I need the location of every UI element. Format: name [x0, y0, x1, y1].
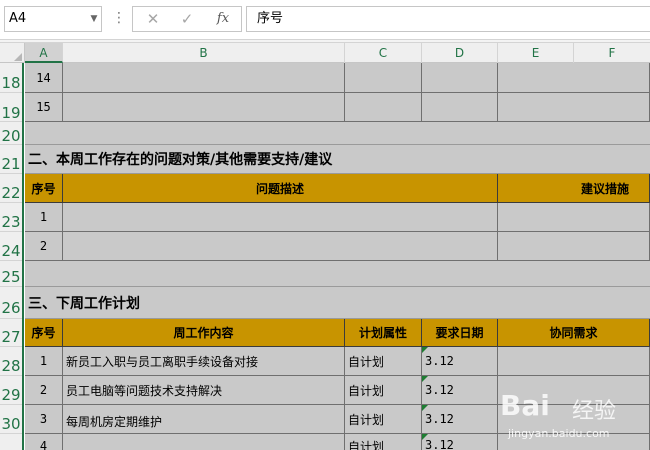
- watermark-logo: Bai: [500, 389, 550, 422]
- cell-d18[interactable]: [422, 63, 498, 93]
- section-3-header-coop[interactable]: 协同需求: [498, 319, 650, 347]
- row-header-21[interactable]: 21: [0, 145, 22, 174]
- select-all-button[interactable]: [0, 43, 25, 63]
- row-25-blank[interactable]: [25, 261, 650, 287]
- section-3-title[interactable]: 三、下周工作计划: [25, 287, 650, 319]
- section-3-header-date[interactable]: 要求日期: [422, 319, 498, 347]
- cell-a24[interactable]: 2: [25, 232, 63, 261]
- column-header-f[interactable]: F: [574, 43, 650, 63]
- cell-d19[interactable]: [422, 93, 498, 122]
- chevron-down-icon[interactable]: ▼: [86, 6, 102, 32]
- column-header-e[interactable]: E: [498, 43, 574, 63]
- cell-d28[interactable]: 3.12: [422, 347, 498, 376]
- formula-buttons: ✕ ✓ fx: [132, 6, 242, 32]
- watermark-url: jingyan.baidu.com: [508, 427, 610, 440]
- cell-ef19[interactable]: [498, 93, 650, 122]
- section-2-header-suggest[interactable]: 建议措施: [498, 174, 650, 203]
- cell-a19[interactable]: 15: [25, 93, 63, 122]
- formula-input[interactable]: 序号: [246, 6, 650, 32]
- cell-b31[interactable]: [63, 434, 345, 450]
- cell-a31[interactable]: 4: [25, 434, 63, 450]
- cell-e28[interactable]: [498, 347, 650, 376]
- error-indicator-icon: [422, 405, 428, 411]
- row-header-28[interactable]: 28: [0, 347, 22, 376]
- row-header-26[interactable]: 26: [0, 287, 22, 319]
- cell-e24[interactable]: [498, 232, 650, 261]
- section-3-header-content[interactable]: 周工作内容: [63, 319, 345, 347]
- section-2-header-no[interactable]: 序号: [25, 174, 63, 203]
- cell-a18[interactable]: 14: [25, 63, 63, 93]
- section-3-header-attr[interactable]: 计划属性: [345, 319, 422, 347]
- cancel-icon[interactable]: ✕: [137, 7, 169, 31]
- cell-c19[interactable]: [345, 93, 422, 122]
- column-header-bar: A B C D E F: [0, 43, 650, 63]
- cell-a29[interactable]: 2: [25, 376, 63, 405]
- row-header-19[interactable]: 19: [0, 93, 22, 122]
- column-header-c[interactable]: C: [345, 43, 422, 63]
- date-value: 3.12: [425, 354, 454, 368]
- error-indicator-icon: [422, 376, 428, 382]
- column-header-a[interactable]: A: [25, 43, 63, 63]
- enter-icon[interactable]: ✓: [171, 7, 203, 31]
- column-header-d[interactable]: D: [422, 43, 498, 63]
- cell-c30[interactable]: 自计划: [345, 405, 422, 434]
- cell-b23[interactable]: [63, 203, 498, 232]
- section-2-header-desc[interactable]: 问题描述: [63, 174, 498, 203]
- cell-a30[interactable]: 3: [25, 405, 63, 434]
- row-20-blank[interactable]: [25, 122, 650, 145]
- section-3-header-no[interactable]: 序号: [25, 319, 63, 347]
- row-header-22[interactable]: 22: [0, 174, 22, 203]
- date-value: 3.12: [425, 383, 454, 397]
- date-value: 3.12: [425, 412, 454, 426]
- cell-b18[interactable]: [63, 63, 345, 93]
- row-header-20[interactable]: 20: [0, 122, 22, 145]
- cell-e23[interactable]: [498, 203, 650, 232]
- cell-ef18[interactable]: [498, 63, 650, 93]
- section-2-title[interactable]: 二、本周工作存在的问题对策/其他需要支持/建议: [25, 145, 650, 174]
- cell-c31[interactable]: 自计划: [345, 434, 422, 450]
- cell-c18[interactable]: [345, 63, 422, 93]
- column-header-b[interactable]: B: [63, 43, 345, 63]
- row-header-29[interactable]: 29: [0, 376, 22, 405]
- row-header-23[interactable]: 23: [0, 203, 22, 232]
- cell-b30[interactable]: 每周机房定期维护: [63, 405, 345, 434]
- error-indicator-icon: [422, 434, 428, 440]
- cell-c29[interactable]: 自计划: [345, 376, 422, 405]
- row-header-24[interactable]: 24: [0, 232, 22, 261]
- row-header-31[interactable]: [0, 434, 22, 450]
- cell-b28[interactable]: 新员工入职与员工离职手续设备对接: [63, 347, 345, 376]
- row-header-bar: 18 19 20 21 22 23 24 25 26 27 28 29 30: [0, 63, 24, 450]
- cell-c28[interactable]: 自计划: [345, 347, 422, 376]
- date-value: 3.12: [425, 438, 454, 450]
- row-header-18[interactable]: 18: [0, 63, 22, 93]
- more-options-icon[interactable]: ⋮: [112, 6, 126, 32]
- cell-b24[interactable]: [63, 232, 498, 261]
- watermark-text: 经验: [572, 399, 617, 424]
- row-header-27[interactable]: 27: [0, 319, 22, 347]
- error-indicator-icon: [422, 347, 428, 353]
- cell-a23[interactable]: 1: [25, 203, 63, 232]
- cell-b29[interactable]: 员工电脑等问题技术支持解决: [63, 376, 345, 405]
- cell-b19[interactable]: [63, 93, 345, 122]
- insert-function-icon[interactable]: fx: [207, 7, 239, 31]
- row-header-25[interactable]: 25: [0, 261, 22, 287]
- cell-a28[interactable]: 1: [25, 347, 63, 376]
- row-header-30[interactable]: 30: [0, 405, 22, 434]
- baidu-watermark: Bai 经验 jingyan.baidu.com: [480, 385, 650, 450]
